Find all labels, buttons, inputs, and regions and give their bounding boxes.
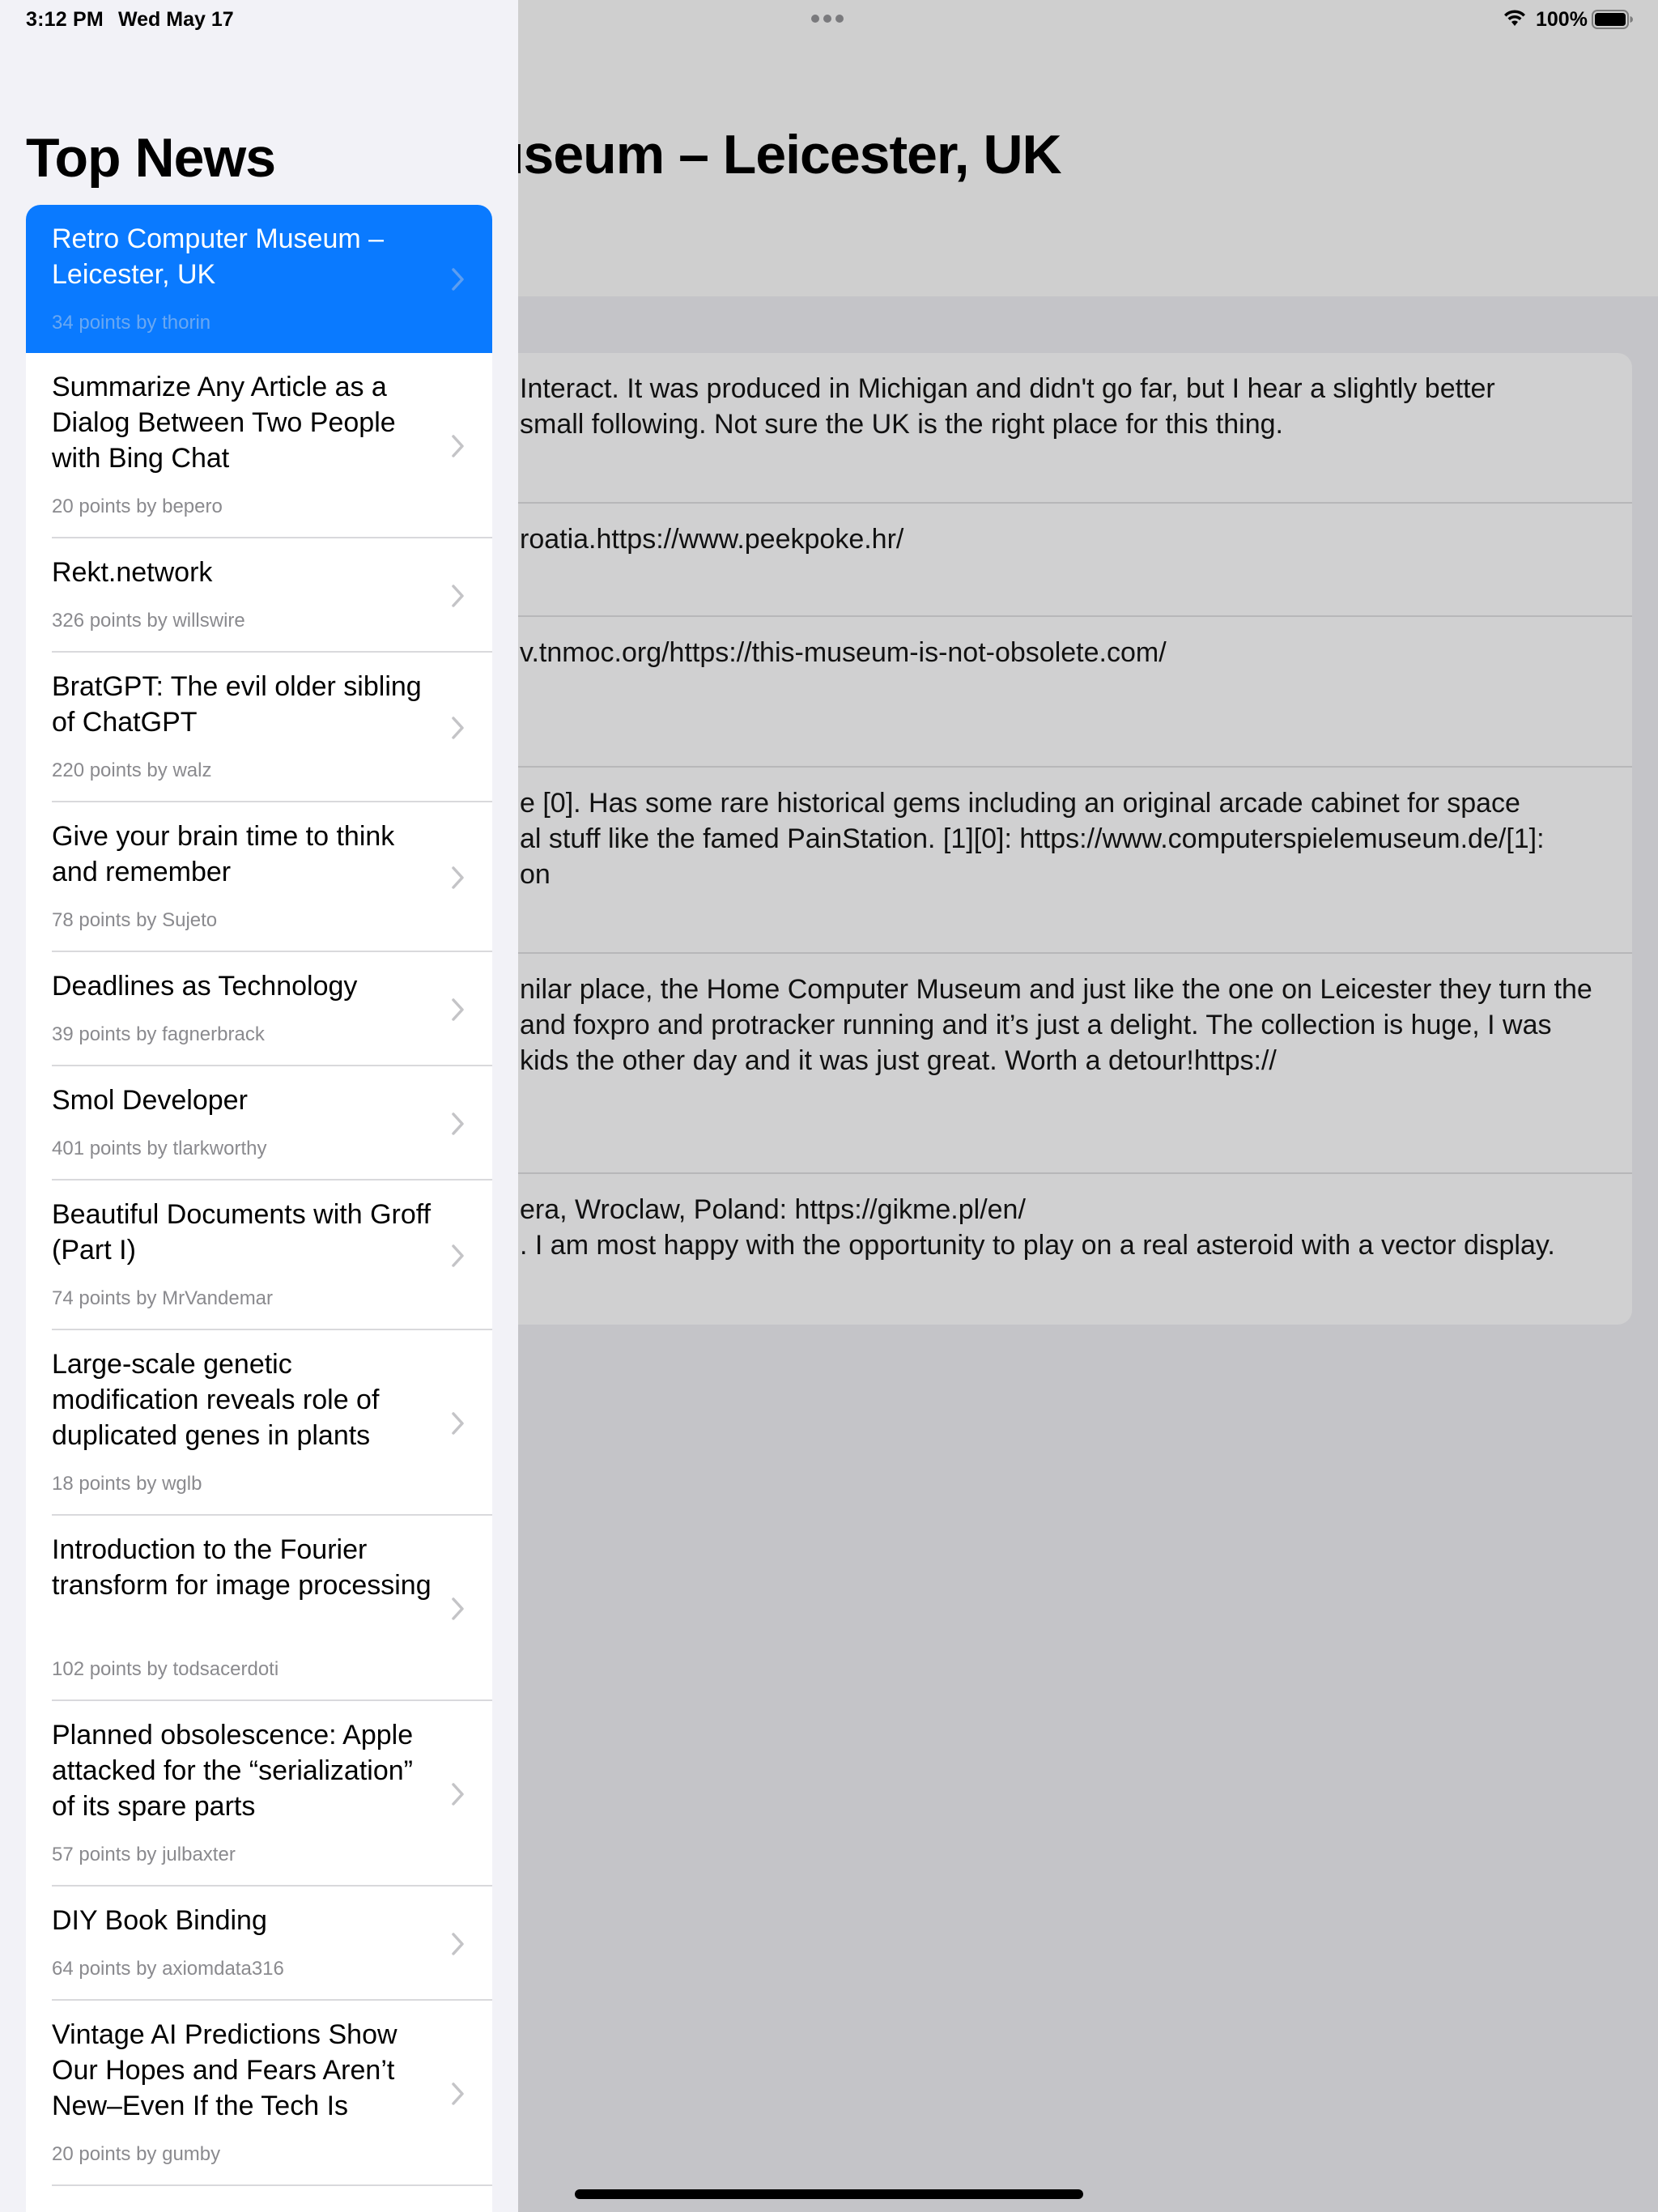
news-item-title: Large-scale genetic modification reveals… xyxy=(52,1349,380,1451)
news-item-title: Vintage AI Predictions Show Our Hopes an… xyxy=(52,2019,397,2121)
chevron-right-icon xyxy=(452,866,464,889)
news-item-title: Retro Computer Museum – Leicester, UK xyxy=(52,223,385,290)
news-item-meta: 39 points by fagnerbrack xyxy=(52,1023,265,1045)
chevron-right-icon xyxy=(452,2082,464,2105)
news-item[interactable]: Large-scale genetic modification reveals… xyxy=(26,1330,492,1516)
multitasking-dots-icon[interactable] xyxy=(811,15,844,23)
news-item-title: DIY Book Binding xyxy=(52,1905,267,1936)
news-item[interactable]: Deadlines as Technology 39 points by fag… xyxy=(26,952,492,1066)
news-item[interactable]: Planned obsolescence: Apple attacked for… xyxy=(26,1701,492,1887)
news-item-title: Give your brain time to think and rememb… xyxy=(52,821,395,887)
news-item-title: Introduction to the Fourier transform fo… xyxy=(52,1534,432,1601)
chevron-right-icon xyxy=(452,1112,464,1135)
comment-line: e [0]. Has some rare historical gems inc… xyxy=(520,788,1520,819)
news-item-title: Deadlines as Technology xyxy=(52,971,358,1002)
comment-line: era, Wroclaw, Poland: https://gikme.pl/e… xyxy=(520,1194,1026,1225)
news-item-meta: 78 points by Sujeto xyxy=(52,909,218,931)
news-item-meta: 20 points by gumby xyxy=(52,2143,221,2165)
comment-item[interactable]: v.tnmoc.org/https://this-museum-is-not-o… xyxy=(491,617,1632,768)
comment-item[interactable]: Interact. It was produced in Michigan an… xyxy=(491,353,1632,504)
chevron-right-icon xyxy=(452,268,464,291)
comment-item[interactable]: era, Wroclaw, Poland: https://gikme.pl/e… xyxy=(491,1174,1632,1325)
news-item[interactable]: Introduction to the Fourier transform fo… xyxy=(26,1516,492,1701)
comment-item[interactable]: e [0]. Has some rare historical gems inc… xyxy=(491,768,1632,954)
news-item-meta: 326 points by willswire xyxy=(52,610,245,632)
sidebar-title: Top News xyxy=(26,127,276,189)
comment-line: v.tnmoc.org/https://this-museum-is-not-o… xyxy=(520,637,1167,668)
battery-icon xyxy=(1592,10,1633,29)
chevron-right-icon xyxy=(452,717,464,739)
news-item[interactable]: BratGPT: The evil older sibling of ChatG… xyxy=(26,653,492,802)
news-item-meta: 34 points by thorin xyxy=(52,312,211,334)
chevron-right-icon xyxy=(452,1597,464,1620)
news-item-meta: 64 points by axiomdata316 xyxy=(52,1958,284,1980)
comment-item[interactable]: nilar place, the Home Computer Museum an… xyxy=(491,954,1632,1174)
comments-list: Interact. It was produced in Michigan an… xyxy=(491,353,1632,1325)
news-item-title: Smol Developer xyxy=(52,1085,248,1116)
battery-percent: 100% xyxy=(1536,8,1588,31)
news-item[interactable]: Beautiful Documents with Groff (Part I) … xyxy=(26,1180,492,1330)
news-item[interactable]: Smol Developer 401 points by tlarkworthy xyxy=(26,1066,492,1180)
comment-line: Interact. It was produced in Michigan an… xyxy=(520,373,1495,404)
chevron-right-icon xyxy=(452,585,464,607)
news-item-title: Rekt.network xyxy=(52,557,213,588)
comment-line: on xyxy=(520,859,551,890)
detail-title: useum – Leicester, UK xyxy=(491,124,1062,185)
news-item-meta: 57 points by julbaxter xyxy=(52,1844,236,1865)
comment-line: and foxpro and protracker running and it… xyxy=(520,1010,1552,1040)
news-item[interactable]: Summarize Any Article as a Dialog Betwee… xyxy=(26,353,492,538)
wifi-icon xyxy=(1504,10,1525,26)
comment-line: kids the other day and it was just great… xyxy=(520,1045,1277,1076)
news-item-meta: 74 points by MrVandemar xyxy=(52,1287,274,1309)
news-item-title: Planned obsolescence: Apple attacked for… xyxy=(52,1720,414,1822)
comment-line: . I am most happy with the opportunity t… xyxy=(520,1230,1555,1261)
news-item[interactable]: DIY Book Binding 64 points by axiomdata3… xyxy=(26,1887,492,2001)
news-item-selected[interactable]: Retro Computer Museum – Leicester, UK 34… xyxy=(26,205,492,353)
news-item-meta: 401 points by tlarkworthy xyxy=(52,1138,267,1159)
news-item-title: BratGPT: The evil older sibling of ChatG… xyxy=(52,671,422,738)
news-list: Retro Computer Museum – Leicester, UK 34… xyxy=(26,205,492,2212)
chevron-right-icon xyxy=(452,1412,464,1435)
news-item[interactable]: Rekt.network 326 points by willswire xyxy=(26,538,492,653)
news-item-title: Beautiful Documents with Groff (Part I) xyxy=(52,1199,432,1266)
chevron-right-icon xyxy=(452,435,464,457)
status-time: 3:12 PM xyxy=(26,8,104,31)
news-item-meta: 18 points by wglb xyxy=(52,1473,202,1495)
news-item-meta: 102 points by todsacerdoti xyxy=(52,1658,279,1680)
comment-line: nilar place, the Home Computer Museum an… xyxy=(520,974,1592,1005)
chevron-right-icon xyxy=(452,1244,464,1267)
status-date: Wed May 17 xyxy=(118,8,234,31)
chevron-right-icon xyxy=(452,998,464,1021)
chevron-right-icon xyxy=(452,1933,464,1955)
chevron-right-icon xyxy=(452,1783,464,1806)
news-item-meta: 220 points by walz xyxy=(52,759,212,781)
news-item[interactable]: Give your brain time to think and rememb… xyxy=(26,802,492,952)
comment-line: al stuff like the famed PainStation. [1]… xyxy=(520,823,1545,854)
news-item[interactable]: Vintage AI Predictions Show Our Hopes an… xyxy=(26,2001,492,2186)
comment-line: roatia.https://www.peekpoke.hr/ xyxy=(520,524,904,555)
status-bar: 3:12 PM Wed May 17 100% xyxy=(0,0,1658,39)
news-item-title: Summarize Any Article as a Dialog Betwee… xyxy=(52,372,396,474)
sidebar: Top News Retro Computer Museum – Leicest… xyxy=(0,0,518,2212)
home-indicator[interactable] xyxy=(575,2189,1083,2199)
comment-item[interactable]: roatia.https://www.peekpoke.hr/ xyxy=(491,504,1632,617)
news-item[interactable] xyxy=(26,2186,492,2212)
comment-line: small following. Not sure the UK is the … xyxy=(520,409,1283,440)
news-item-meta: 20 points by bepero xyxy=(52,496,223,517)
